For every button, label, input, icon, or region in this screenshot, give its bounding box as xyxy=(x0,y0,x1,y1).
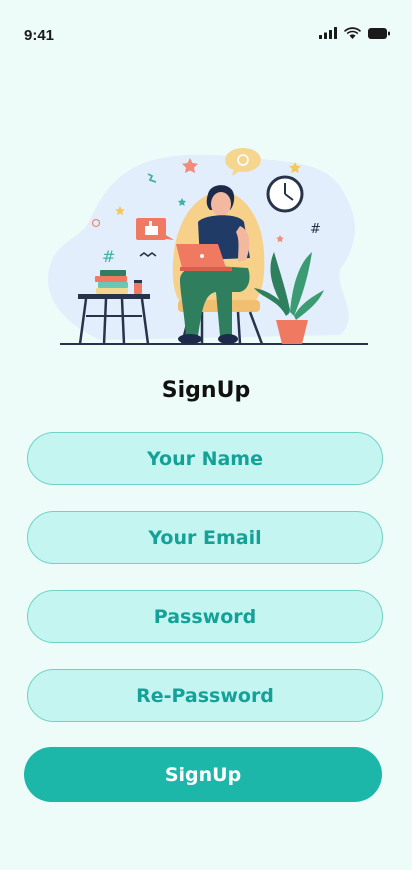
status-time: 9:41 xyxy=(24,27,55,44)
name-input[interactable] xyxy=(28,433,382,484)
svg-text:#: # xyxy=(102,247,115,266)
svg-text:#: # xyxy=(310,222,321,237)
status-icons xyxy=(319,27,390,39)
person-with-laptop-illustration: # # xyxy=(47,148,368,345)
cellular-signal-icon xyxy=(319,27,337,39)
wifi-icon xyxy=(344,27,361,39)
page-title: SignUp xyxy=(161,378,251,403)
repassword-field[interactable] xyxy=(27,669,383,722)
name-field[interactable] xyxy=(27,432,383,485)
status-bar: 9:41 xyxy=(0,0,412,60)
signup-button[interactable]: SignUp xyxy=(24,747,382,802)
email-input[interactable] xyxy=(28,512,382,563)
battery-icon xyxy=(368,27,390,39)
password-input[interactable] xyxy=(28,591,382,642)
password-field[interactable] xyxy=(27,590,383,643)
email-field[interactable] xyxy=(27,511,383,564)
repassword-input[interactable] xyxy=(28,670,382,721)
